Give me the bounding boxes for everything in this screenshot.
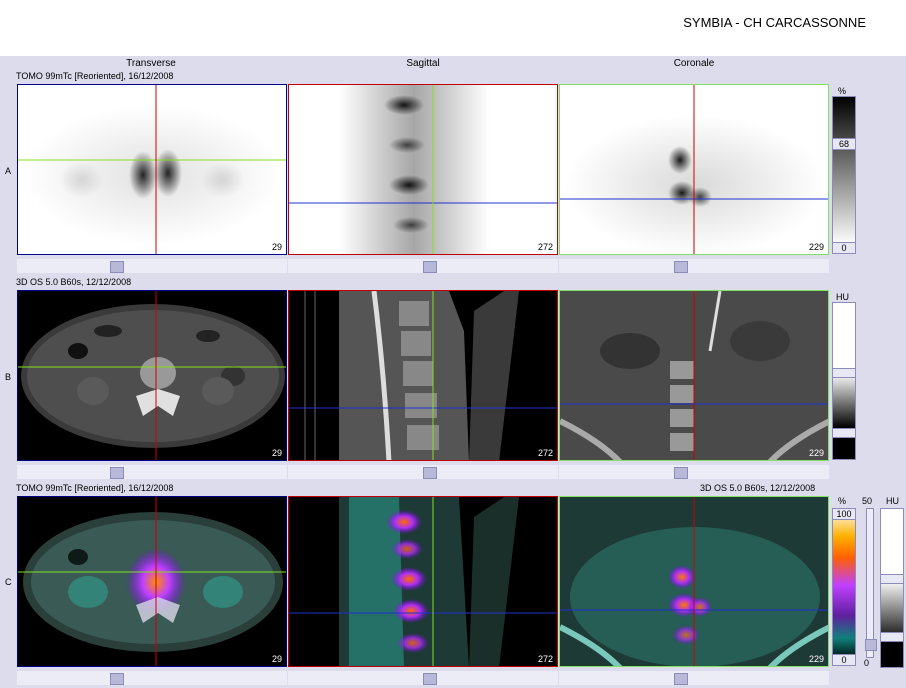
slice-number: 29 (271, 654, 282, 664)
colorbar-b-unit: HU (836, 292, 849, 302)
scroll-thumb[interactable] (674, 673, 688, 685)
slice-number: 229 (808, 448, 824, 458)
scrollbar-b-coronal[interactable] (559, 465, 829, 479)
colorbar-a-unit: % (838, 86, 847, 96)
spect-transverse-image (18, 85, 286, 254)
spect-sagittal-image (289, 85, 557, 254)
colorbar-a[interactable] (832, 96, 856, 246)
viewport-c-sagittal[interactable]: 272 (288, 496, 558, 667)
ct-coronal-image (560, 291, 828, 460)
blend-slider[interactable] (865, 508, 877, 658)
scrollbar-c-sagittal[interactable] (288, 671, 558, 685)
scroll-thumb[interactable] (423, 467, 437, 479)
colorbar-c-min-value[interactable]: 0 (832, 654, 856, 666)
scrollbar-a-coronal[interactable] (559, 259, 829, 273)
slice-number: 229 (808, 242, 824, 252)
scrollbar-a-sagittal[interactable] (288, 259, 558, 273)
slice-number: 272 (537, 448, 553, 458)
blend-value: 50 (862, 496, 873, 506)
spect-coronal-image (560, 85, 828, 254)
scrollbar-b-transverse[interactable] (17, 465, 287, 479)
scrollbar-a-transverse[interactable] (17, 259, 287, 273)
colorbar-a-max-value[interactable]: 68 (832, 138, 856, 150)
slice-number: 229 (808, 654, 824, 664)
title-bar: SYMBIA - CH CARCASSONNE (0, 0, 906, 56)
column-header-sagittal: Sagittal (406, 58, 440, 69)
row-b-label: B (5, 372, 12, 382)
row-c-label: C (5, 577, 12, 587)
scroll-thumb[interactable] (674, 467, 688, 479)
colorbar-c-max-value[interactable]: 100 (832, 508, 856, 520)
colorbar-c-pct-unit: % (838, 496, 847, 506)
colorbar-c-ct-lower-handle[interactable] (880, 632, 904, 642)
scroll-thumb[interactable] (423, 673, 437, 685)
scroll-thumb[interactable] (110, 261, 124, 273)
column-header-transverse: Transverse (126, 58, 176, 69)
row-a-series-info: TOMO 99mTc [Reoriented], 16/12/2008 (16, 71, 174, 81)
viewport-a-transverse[interactable]: 29 (17, 84, 287, 255)
colorbar-a-min-value[interactable]: 0 (832, 242, 856, 254)
fusion-coronal-image (560, 497, 828, 666)
fusion-sagittal-image (289, 497, 557, 666)
row-c-series-info: TOMO 99mTc [Reoriented], 16/12/2008 (16, 483, 174, 493)
scrollbar-b-sagittal[interactable] (288, 465, 558, 479)
scroll-thumb[interactable] (110, 467, 124, 479)
viewport-c-coronal[interactable]: 229 (559, 496, 829, 667)
colorbar-b-lower-handle[interactable] (832, 428, 856, 438)
column-header-coronal: Coronale (673, 58, 715, 69)
scroll-thumb[interactable] (110, 673, 124, 685)
blend-slider-thumb[interactable] (865, 639, 877, 651)
row-c-series-info-right: 3D OS 5.0 B60s, 12/12/2008 (700, 483, 816, 493)
fusion-transverse-image (18, 497, 286, 666)
viewport-a-coronal[interactable]: 229 (559, 84, 829, 255)
colorbar-c-ct[interactable] (880, 508, 904, 668)
slice-number: 29 (271, 448, 282, 458)
scrollbar-c-transverse[interactable] (17, 671, 287, 685)
ct-sagittal-image (289, 291, 557, 460)
blend-zero-label: 0 (864, 658, 870, 668)
colorbar-c-ct-upper-handle[interactable] (880, 574, 904, 584)
colorbar-b-upper-handle[interactable] (832, 368, 856, 378)
colorbar-c-pet[interactable] (832, 508, 856, 662)
scroll-thumb[interactable] (674, 261, 688, 273)
viewport-a-sagittal[interactable]: 272 (288, 84, 558, 255)
slice-number: 29 (271, 242, 282, 252)
viewport-c-transverse[interactable]: 29 (17, 496, 287, 667)
row-a-label: A (5, 166, 12, 176)
viewport-b-coronal[interactable]: 229 (559, 290, 829, 461)
site-name: SYMBIA - CH CARCASSONNE (683, 15, 866, 30)
viewport-b-sagittal[interactable]: 272 (288, 290, 558, 461)
slice-number: 272 (537, 242, 553, 252)
ct-transverse-image (18, 291, 286, 460)
colorbar-c-hu-unit: HU (886, 496, 899, 506)
scroll-thumb[interactable] (423, 261, 437, 273)
viewport-b-transverse[interactable]: 29 (17, 290, 287, 461)
scrollbar-c-coronal[interactable] (559, 671, 829, 685)
row-b-series-info: 3D OS 5.0 B60s, 12/12/2008 (16, 277, 132, 287)
slice-number: 272 (537, 654, 553, 664)
